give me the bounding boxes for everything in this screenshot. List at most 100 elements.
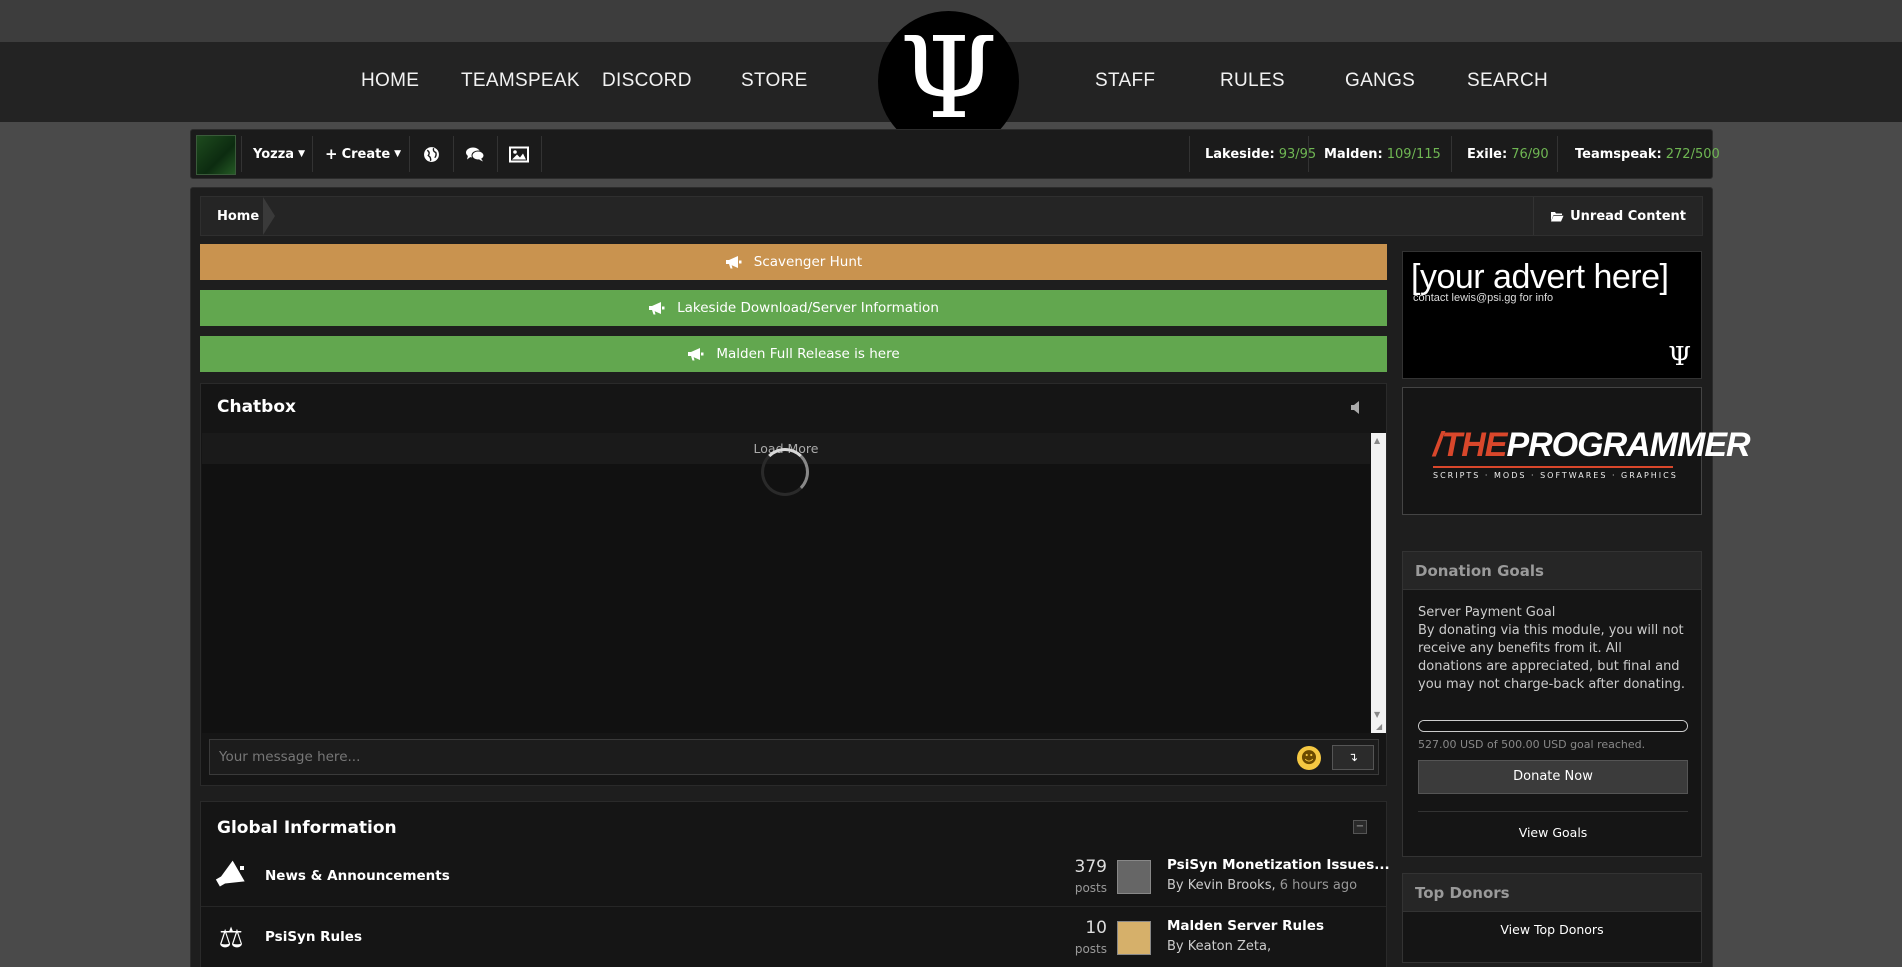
separator (312, 136, 313, 172)
loading-spinner-icon (761, 448, 809, 496)
nav-teamspeak[interactable]: TEAMSPEAK (461, 70, 580, 92)
bullhorn-icon (649, 301, 665, 314)
nav-discord[interactable]: DISCORD (602, 70, 692, 92)
scale-icon: ⚖ (218, 921, 244, 954)
create-label: Create (341, 146, 391, 162)
username-label: Yozza (253, 146, 295, 162)
advert-contact: contact lewis@psi.gg for info (1413, 292, 1554, 304)
nav-home[interactable]: HOME (361, 70, 419, 92)
announcement-text: Lakeside Download/Server Information (677, 300, 939, 316)
create-menu-button[interactable]: + Create ▼ (325, 130, 401, 178)
resize-handle-icon[interactable]: ◢ (1376, 722, 1382, 731)
server-status-malden: Malden: 109/115 (1324, 130, 1441, 178)
forum-row[interactable]: ⚖ PsiSyn Rules 10 posts Malden Server Ru… (201, 908, 1386, 967)
donate-now-button[interactable]: Donate Now (1418, 760, 1688, 794)
server-name: Exile: (1467, 146, 1508, 162)
donation-goals-panel: Donation Goals Server Payment Goal By do… (1402, 551, 1702, 857)
messages-button[interactable] (453, 130, 497, 178)
forum-post-label: posts (1074, 881, 1107, 895)
last-poster-avatar[interactable] (1117, 921, 1151, 955)
server-status-lakeside: Lakeside: 93/95 (1205, 130, 1316, 178)
last-post-by[interactable]: By Kevin Brooks, (1167, 878, 1276, 893)
separator (241, 136, 242, 172)
chat-message-input[interactable] (210, 740, 1310, 774)
last-post-author: By Kevin Brooks, 6 hours ago (1167, 878, 1357, 893)
unread-content-label: Unread Content (1570, 208, 1686, 224)
nav-search[interactable]: SEARCH (1467, 70, 1548, 92)
server-count: 109/115 (1386, 146, 1441, 162)
chevron-down-icon: ▼ (394, 149, 402, 159)
donation-progress-bar (1418, 720, 1688, 732)
logo-part: PROGRAMMER (1506, 426, 1750, 464)
donation-goal-info: Server Payment Goal By donating via this… (1418, 604, 1688, 694)
server-count: 272/500 (1665, 146, 1720, 162)
chatbox-panel: Chatbox Load More ▲ ▼ ◢ ☻ ↴ (200, 383, 1387, 786)
announcement-text: Scavenger Hunt (753, 254, 863, 270)
donation-goals-title: Donation Goals (1403, 552, 1701, 590)
forum-post-label: posts (1074, 942, 1107, 956)
donation-goal-name: Server Payment Goal (1418, 605, 1556, 620)
top-donors-title: Top Donors (1403, 874, 1701, 912)
image-icon (509, 146, 529, 162)
nav-staff[interactable]: STAFF (1095, 70, 1155, 92)
donation-progress-fill (1419, 721, 1687, 731)
forum-row[interactable]: News & Announcements 379 posts PsiSyn Mo… (201, 847, 1390, 907)
collapse-button[interactable]: − (1353, 820, 1367, 834)
announcement-banner[interactable]: Malden Full Release is here (200, 336, 1387, 372)
psi-logo-glyph: Ψ (899, 13, 998, 144)
server-name: Teamspeak: (1575, 146, 1662, 162)
avatar[interactable] (196, 135, 236, 175)
unread-content-button[interactable]: Unread Content (1533, 197, 1702, 235)
last-poster-avatar[interactable] (1117, 860, 1151, 894)
nav-rules[interactable]: RULES (1220, 70, 1285, 92)
announcement-banner[interactable]: Lakeside Download/Server Information (200, 290, 1387, 326)
theprogrammer-tagline: SCRIPTS · MODS · SOFTWARES · GRAPHICS (1433, 471, 1678, 480)
chat-send-button[interactable]: ↴ (1332, 745, 1374, 770)
view-goals-link[interactable]: View Goals (1418, 825, 1688, 840)
logo-part: /THE (1433, 426, 1507, 464)
scroll-down-icon: ▼ (1374, 710, 1381, 719)
chat-icon (466, 147, 485, 161)
server-name: Malden: (1324, 146, 1383, 162)
server-status-exile: Exile: 76/90 (1467, 130, 1549, 178)
chat-scrollbar[interactable]: ▲ ▼ ◢ (1371, 433, 1386, 733)
donation-goal-description: By donating via this module, you will no… (1418, 623, 1685, 692)
last-post-title[interactable]: Malden Server Rules (1167, 918, 1324, 934)
nav-store[interactable]: STORE (741, 70, 808, 92)
forum-title[interactable]: PsiSyn Rules (265, 929, 362, 945)
bullhorn-icon (725, 255, 742, 268)
server-name: Lakeside: (1205, 146, 1275, 162)
user-menu-button[interactable]: Yozza ▼ (253, 130, 305, 178)
last-post-time: 6 hours ago (1279, 878, 1358, 893)
forum-title[interactable]: News & Announcements (265, 868, 450, 884)
emoji-icon[interactable]: ☻ (1297, 746, 1321, 770)
forum-post-count: 10 (1085, 918, 1107, 938)
globe-icon (423, 146, 439, 162)
separator (1418, 811, 1688, 812)
plus-icon: + (325, 145, 338, 163)
last-post-by[interactable]: By Keaton Zeta, (1167, 939, 1271, 954)
advert-banner[interactable]: [your advert here] contact lewis@psi.gg … (1402, 251, 1702, 379)
separator (1189, 136, 1190, 172)
last-post-title[interactable]: PsiSyn Monetization Issues... (1167, 857, 1390, 873)
chat-messages-area[interactable]: Load More (202, 433, 1370, 733)
global-information-title: Global Information (217, 818, 397, 838)
nav-gangs[interactable]: GANGS (1345, 70, 1415, 92)
chat-input-box: ☻ ↴ (209, 739, 1379, 775)
separator (1557, 136, 1558, 172)
chevron-down-icon: ▼ (298, 149, 305, 159)
global-information-panel: Global Information − News & Announcement… (200, 801, 1390, 967)
scroll-up-icon: ▲ (1374, 436, 1381, 445)
gallery-button[interactable] (497, 130, 541, 178)
psi-logo-glyph: Ψ (1668, 342, 1691, 372)
sound-icon[interactable] (1351, 401, 1362, 414)
separator (1451, 136, 1452, 172)
logo-underline (1433, 466, 1673, 468)
theprogrammer-ad[interactable]: /THEPROGRAMMER SCRIPTS · MODS · SOFTWARE… (1402, 387, 1751, 515)
announcement-banner[interactable]: Scavenger Hunt (200, 244, 1387, 280)
last-post-author: By Keaton Zeta, (1167, 939, 1271, 954)
chatbox-title: Chatbox (217, 397, 296, 417)
view-top-donors-link[interactable]: View Top Donors (1403, 922, 1701, 937)
globe-button[interactable] (409, 130, 453, 178)
breadcrumb-arrow (263, 197, 275, 235)
